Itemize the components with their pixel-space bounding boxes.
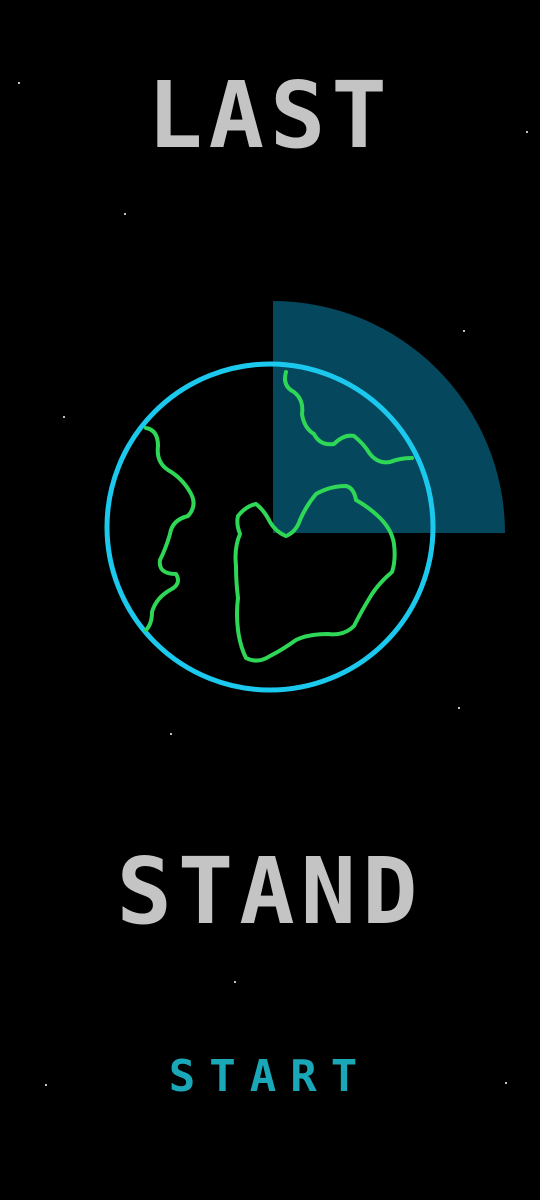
continent-left [144,426,196,632]
game-title-line2: STAND [116,838,424,945]
planet-radar-graphic [104,301,505,693]
start-button[interactable]: START [0,1055,540,1099]
title-screen: LAST STAND START [0,0,540,1200]
